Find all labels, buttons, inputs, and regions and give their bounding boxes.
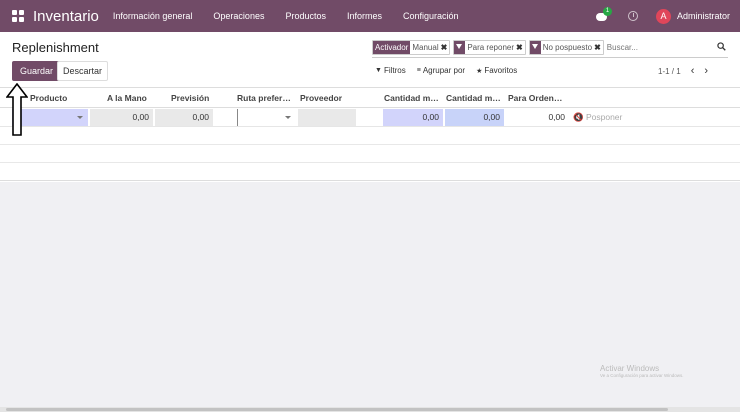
list-item <box>0 145 740 163</box>
facet-label: Activador <box>373 41 411 54</box>
watermark-subtitle: Ve a Configuración para activar Windows. <box>600 373 684 378</box>
favorites-button[interactable]: ★ Favoritos <box>476 66 517 75</box>
max-qty-field[interactable]: 0,00 <box>445 109 504 126</box>
table-row: 0,00 0,00 0,00 0,00 0,00 🔇 Posponer <box>0 108 740 127</box>
on-hand-cell: 0,00 <box>90 109 153 126</box>
annotation-arrow-icon <box>6 83 28 136</box>
save-button[interactable]: Guardar <box>12 61 62 81</box>
menu-item-overview[interactable]: Información general <box>113 11 193 21</box>
chat-icon[interactable]: 1 <box>595 7 612 21</box>
table-header: Producto A la Mano Previsión Ruta prefer… <box>0 88 740 108</box>
facet-to-replenish: Para reponer ✖ <box>453 40 526 55</box>
list-item <box>0 127 740 145</box>
menu-item-configuration[interactable]: Configuración <box>403 11 459 21</box>
notification-badge: 1 <box>602 7 612 16</box>
column-header-product[interactable]: Producto <box>30 93 67 103</box>
menu-item-operations[interactable]: Operaciones <box>213 11 264 21</box>
facet-value: Para reponer <box>467 43 515 52</box>
filter-bar: ▼ Filtros ≡ Agrupar por ★ Favoritos <box>375 66 528 75</box>
snooze-icon: 🔇 <box>573 112 584 122</box>
filter-icon <box>529 41 541 54</box>
search-icon[interactable] <box>717 42 726 51</box>
top-navbar: Inventario Información general Operacion… <box>0 0 740 32</box>
column-header-min-qty[interactable]: Cantidad m… <box>384 93 439 103</box>
search-bar: Activador Manual ✖ Para reponer ✖ No pos… <box>372 38 728 58</box>
scrollbar-thumb[interactable] <box>6 408 668 411</box>
groupby-label: Agrupar por <box>422 66 466 75</box>
navbar-systray: 1 A Administrator <box>595 0 730 32</box>
facet-value: No pospuesto <box>542 43 593 52</box>
facet-not-postponed: No pospuesto ✖ <box>528 40 604 55</box>
postpone-label: Posponer <box>585 112 623 122</box>
discard-button[interactable]: Descartar <box>57 61 109 81</box>
list-item <box>0 163 740 181</box>
control-panel: Replenishment Guardar Descartar Activado… <box>0 32 740 88</box>
column-header-to-order[interactable]: Para Orden… <box>508 93 562 103</box>
postpone-button[interactable]: 🔇 Posponer <box>573 109 622 126</box>
facet-remove-icon[interactable]: ✖ <box>516 43 525 52</box>
main-menu: Información general Operaciones Producto… <box>113 11 480 21</box>
to-order-field[interactable]: 0,00 <box>506 109 569 126</box>
pager: 1-1 / 1 ‹ › <box>658 66 708 77</box>
menu-item-products[interactable]: Productos <box>285 11 326 21</box>
windows-activation-watermark: Activar Windows Ve a Configuración para … <box>600 364 684 378</box>
app-brand[interactable]: Inventario <box>33 8 99 25</box>
watermark-title: Activar Windows <box>600 364 660 373</box>
pager-previous-icon[interactable]: ‹ <box>691 66 695 77</box>
page-title: Replenishment <box>12 40 99 55</box>
route-field[interactable] <box>237 109 296 126</box>
chevron-down-icon <box>285 116 291 119</box>
column-header-max-qty[interactable]: Cantidad m… <box>446 93 501 103</box>
vendor-cell <box>298 109 356 126</box>
favorites-label: Favoritos <box>484 66 518 75</box>
user-avatar[interactable]: A <box>655 8 671 24</box>
facet-remove-icon[interactable]: ✖ <box>594 43 603 52</box>
menu-item-reports[interactable]: Informes <box>347 11 382 21</box>
activity-clock-icon[interactable] <box>627 11 638 21</box>
filter-icon <box>454 41 466 54</box>
apps-menu-icon[interactable] <box>12 10 24 22</box>
horizontal-scrollbar[interactable] <box>0 407 740 412</box>
facet-trigger: Activador Manual ✖ <box>372 40 451 55</box>
search-input[interactable] <box>606 43 689 52</box>
facet-remove-icon[interactable]: ✖ <box>441 43 450 52</box>
filters-button[interactable]: ▼ Filtros <box>375 66 406 75</box>
groupby-button[interactable]: ≡ Agrupar por <box>417 66 465 75</box>
filter-icon: ▼ <box>375 67 382 74</box>
facet-value: Manual <box>412 43 439 52</box>
groupby-icon: ≡ <box>416 67 421 74</box>
filters-label: Filtros <box>383 66 406 75</box>
min-qty-field[interactable]: 0,00 <box>383 109 443 126</box>
column-header-route[interactable]: Ruta prefer… <box>237 93 291 103</box>
column-header-on-hand[interactable]: A la Mano <box>107 93 147 103</box>
column-header-vendor[interactable]: Proveedor <box>300 93 342 103</box>
pager-next-icon[interactable]: › <box>704 66 708 77</box>
chevron-down-icon <box>77 116 83 119</box>
pager-value[interactable]: 1-1 / 1 <box>658 67 681 76</box>
forecast-cell: 0,00 <box>155 109 213 126</box>
user-name[interactable]: Administrator <box>677 11 730 21</box>
star-icon: ★ <box>476 67 483 75</box>
replenishment-list: Producto A la Mano Previsión Ruta prefer… <box>0 88 740 182</box>
column-header-forecast[interactable]: Previsión <box>171 93 209 103</box>
